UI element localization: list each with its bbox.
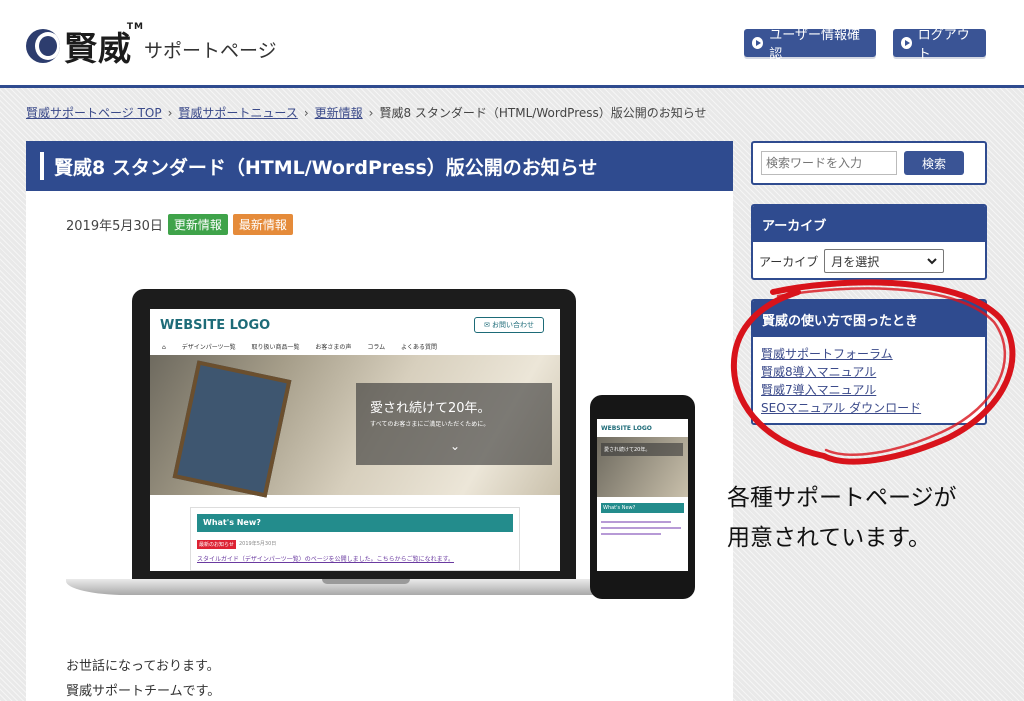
chevron-down-icon [927, 257, 937, 264]
phone-text-line [601, 521, 671, 523]
phone-site-logo: WEBSITE LOGO [601, 425, 652, 432]
arrow-circle-icon [901, 37, 912, 49]
help-link-k8-manual[interactable]: 賢威8導入マニュアル [761, 363, 985, 381]
phone-text-line [601, 527, 681, 529]
badge-update[interactable]: 更新情報 [167, 214, 228, 235]
article-panel: 賢威8 スタンダード（HTML/WordPress）版公開のお知らせ 2019年… [26, 141, 733, 701]
archive-row: アーカイブ 月を選択 [753, 242, 985, 278]
archive-select-value: 月を選択 [831, 254, 880, 269]
article-date: 2019年5月30日 [66, 219, 163, 234]
search-button[interactable]: 検索 [904, 151, 964, 175]
user-info-button[interactable]: ユーザー情報確認 [744, 28, 876, 62]
archive-label: アーカイブ [759, 254, 819, 269]
archive-month-select[interactable]: 月を選択 [824, 249, 945, 273]
logo-mark-icon [26, 29, 60, 63]
site-logo[interactable]: 賢威 TM サポートページ [26, 22, 277, 70]
phone-screen: WEBSITE LOGO 愛され続けて20年。 What's New? [597, 419, 688, 571]
annotation-text: 各種サポートページが 用意されています。 [727, 478, 957, 558]
search-widget: 検索 [751, 141, 987, 185]
arrow-circle-icon [752, 37, 764, 49]
book-illustration [172, 360, 292, 498]
trademark-mark: TM [126, 22, 144, 32]
article-body-line: 賢威サポートチームです。 [66, 684, 221, 699]
archive-widget: アーカイブ アーカイブ 月を選択 [751, 204, 987, 280]
archive-title: アーカイブ [753, 206, 985, 242]
breadcrumb-separator: › [368, 106, 374, 120]
laptop-screen: WEBSITE LOGO ✉ お問い合わせ ⌂ デザインパーツ一覧 取り扱い商品… [150, 309, 560, 571]
logout-label: ログアウト [917, 28, 970, 62]
logo-name: 賢威 TM [64, 22, 144, 68]
mockup-hero-subtitle: すべてのお客さまにご満足いただくために。 [370, 421, 490, 428]
logout-button[interactable]: ログアウト [893, 28, 986, 62]
mockup-news-title: What's New? [197, 514, 513, 532]
phone-text-line [601, 533, 661, 535]
breadcrumb-separator: › [303, 106, 309, 120]
annotation-line: 用意されています。 [727, 525, 932, 551]
laptop-mockup-image: WEBSITE LOGO ✉ お問い合わせ ⌂ デザインパーツ一覧 取り扱い商品… [66, 289, 666, 604]
phone-hero-title: 愛され続けて20年。 [601, 443, 683, 456]
help-links: 賢威サポートフォーラム 賢威8導入マニュアル 賢威7導入マニュアル SEOマニュ… [753, 337, 985, 417]
help-link-forum[interactable]: 賢威サポートフォーラム [761, 345, 985, 363]
breadcrumb-link-updates[interactable]: 更新情報 [315, 106, 363, 120]
chevron-down-icon: ⌄ [450, 439, 461, 453]
mockup-nav: ⌂ デザインパーツ一覧 取り扱い商品一覧 お客さまの声 コラム よくある質問 [162, 344, 438, 351]
article-body: お世話になっております。 賢威サポートチームです。 [66, 654, 220, 701]
breadcrumb-separator: › [167, 106, 173, 120]
help-title: 賢威の使い方で困ったとき [753, 301, 985, 337]
badge-latest[interactable]: 最新情報 [232, 214, 293, 235]
breadcrumb-current: 賢威8 スタンダード（HTML/WordPress）版公開のお知らせ [379, 106, 707, 120]
article-title: 賢威8 スタンダード（HTML/WordPress）版公開のお知らせ [54, 156, 598, 179]
mockup-news-date: 2019年5月30日 [239, 541, 277, 547]
help-link-k7-manual[interactable]: 賢威7導入マニュアル [761, 381, 985, 399]
site-header: 賢威 TM サポートページ ユーザー情報確認 ログアウト [0, 0, 1024, 86]
article-title-bar: 賢威8 スタンダード（HTML/WordPress）版公開のお知らせ [26, 141, 733, 191]
user-info-label: ユーザー情報確認 [769, 28, 860, 62]
annotation-line: 各種サポートページが [727, 485, 957, 511]
mockup-site-logo: WEBSITE LOGO [160, 318, 271, 333]
article-body-line: お世話になっております。 [66, 659, 220, 674]
mockup-news-tag: 最新のお知らせ [197, 540, 236, 549]
mockup-contact-button: ✉ お問い合わせ [474, 317, 544, 333]
logo-subtitle: サポートページ [144, 39, 277, 62]
phone-news-title: What's New? [601, 503, 684, 513]
mockup-hero-image: 愛され続けて20年。 すべてのお客さまにご満足いただくために。 ⌄ [150, 355, 560, 498]
phone-mockup-image: WEBSITE LOGO 愛され続けて20年。 What's New? [590, 395, 695, 599]
mockup-news-text: スタイルガイド（デザインパーツ一覧）のページを公開しました。こちらからご覧になれ… [197, 556, 454, 563]
breadcrumb-link-top[interactable]: 賢威サポートページ TOP [26, 106, 162, 120]
mockup-hero-overlay: 愛され続けて20年。 すべてのお客さまにご満足いただくために。 ⌄ [356, 383, 552, 465]
mockup-hero-title: 愛され続けて20年。 [370, 401, 491, 416]
laptop-notch [322, 579, 410, 584]
help-widget: 賢威の使い方で困ったとき 賢威サポートフォーラム 賢威8導入マニュアル 賢威7導… [751, 299, 987, 425]
breadcrumb: 賢威サポートページ TOP › 賢威サポートニュース › 更新情報 › 賢威8 スタンダード… [26, 104, 707, 121]
breadcrumb-link-news[interactable]: 賢威サポートニュース [178, 106, 297, 120]
help-link-seo-manual[interactable]: SEOマニュアル ダウンロード [761, 399, 985, 417]
article-meta: 2019年5月30日 更新情報 最新情報 [66, 214, 293, 235]
search-input[interactable] [761, 151, 897, 175]
mockup-news-box: What's New? 最新のお知らせ 2019年5月30日 スタイルガイド（デ… [190, 507, 520, 571]
title-accent-bar [40, 152, 44, 180]
